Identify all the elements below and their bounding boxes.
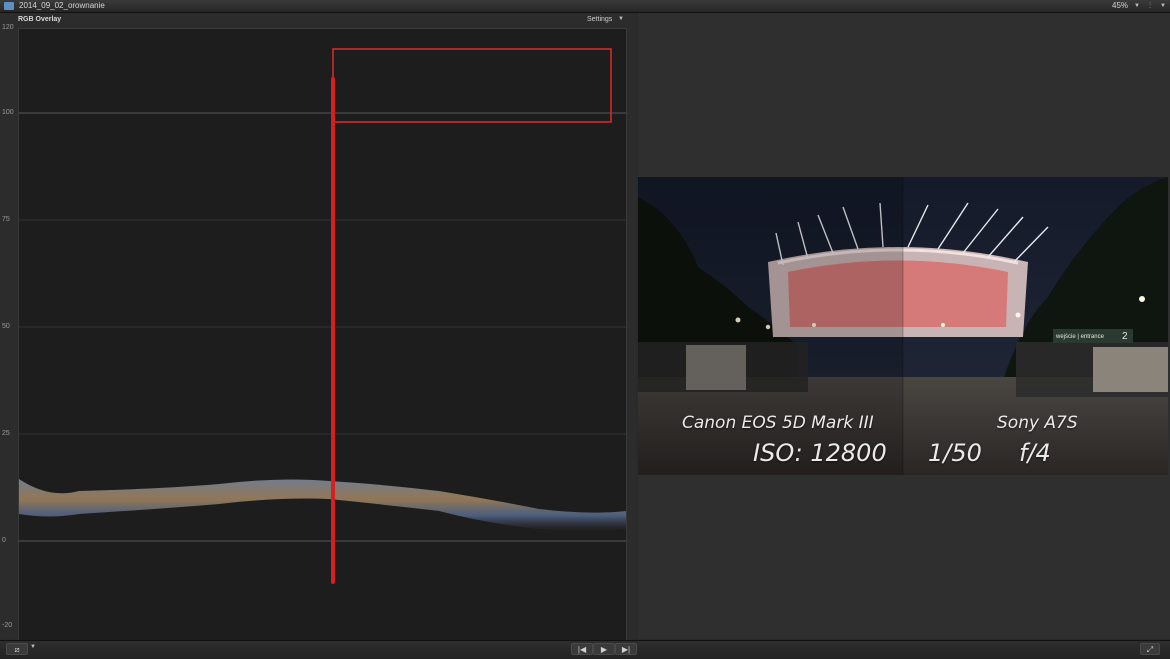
shutter-caption: 1/50 — [928, 439, 982, 467]
skip-back-icon[interactable]: |◀ — [571, 643, 593, 655]
chevron-down-icon[interactable]: ▼ — [30, 644, 36, 650]
chevron-down-icon[interactable]: ▼ — [1134, 0, 1140, 12]
viewer-panel: wejście | entrance 2 Canon EOS 5D Mark I… — [638, 13, 1170, 639]
view-options-icon[interactable]: ⫶ — [1149, 0, 1151, 12]
waveform-traces — [18, 89, 626, 522]
sign-text: wejście | entrance — [1055, 334, 1105, 340]
fullscreen-icon[interactable]: ⤢ — [1140, 643, 1160, 655]
playback-bar: ⧄ ▼ |◀ ▶ ▶| ⤢ — [0, 640, 1170, 659]
play-icon[interactable]: ▶ — [593, 643, 615, 655]
y-tick-label: 25 — [2, 430, 10, 437]
video-scope-panel: RGB Overlay Settings ▼ 120 100 75 50 25 … — [0, 13, 636, 641]
title-bar: 2014_09_02_orownanie 45% ▼ ⫶ ▼ — [0, 0, 1170, 13]
scope-title: RGB Overlay — [18, 16, 62, 23]
y-tick-label: 120 — [2, 24, 14, 31]
camera-left-caption: Canon EOS 5D Mark III — [682, 413, 874, 433]
aperture-caption: f/4 — [1019, 439, 1051, 467]
y-tick-label: 75 — [2, 216, 10, 223]
zoom-level[interactable]: 45% — [1112, 0, 1128, 12]
y-tick-label: 100 — [2, 109, 14, 116]
skip-forward-icon[interactable]: ▶| — [615, 643, 637, 655]
waveform-display — [18, 28, 627, 641]
chevron-down-icon[interactable]: ▼ — [1160, 0, 1166, 12]
chevron-down-icon[interactable]: ▼ — [618, 13, 624, 26]
camera-right-caption: Sony A7S — [997, 413, 1078, 433]
iso-caption: ISO: 12800 — [753, 439, 887, 467]
sign-number: 2 — [1122, 331, 1128, 342]
y-tick-label: 0 — [2, 537, 6, 544]
film-icon — [4, 2, 14, 10]
waveform-view-icon[interactable]: ⧄ — [6, 643, 28, 655]
comparison-frame: wejście | entrance 2 Canon EOS 5D Mark I… — [638, 177, 1168, 475]
y-tick-label: 50 — [2, 323, 10, 330]
scope-header: RGB Overlay Settings ▼ — [0, 13, 636, 26]
waveform-graph — [18, 48, 626, 584]
project-name: 2014_09_02_orownanie — [19, 1, 105, 10]
settings-menu[interactable]: Settings — [587, 13, 612, 26]
y-tick-label: -20 — [2, 622, 13, 629]
